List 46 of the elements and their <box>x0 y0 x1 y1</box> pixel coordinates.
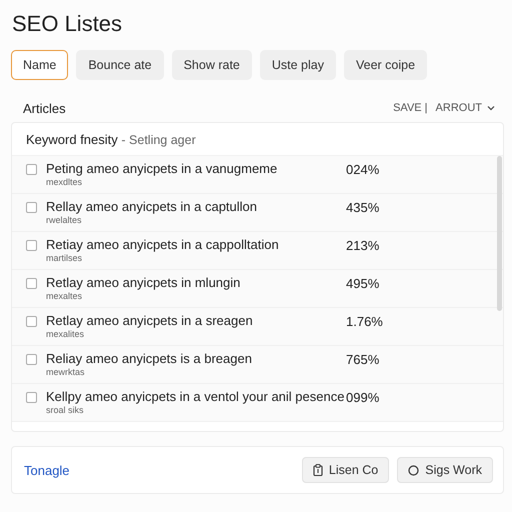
keyword-density-value: 495% <box>346 276 380 291</box>
article-title: Reliay ameo anyicpets is a breagen <box>46 351 253 367</box>
keyword-density-value: 435% <box>346 200 380 215</box>
checkbox[interactable] <box>26 316 37 327</box>
article-meta: mexalites <box>46 329 86 340</box>
filter-tab[interactable]: Name <box>11 50 68 80</box>
list-heading: Keyword fnesity <box>26 132 118 147</box>
chevron-down-icon <box>487 105 495 111</box>
filter-tab[interactable]: Veer coipe <box>344 50 428 80</box>
checkbox[interactable] <box>26 240 37 251</box>
circle-icon <box>408 464 420 476</box>
article-meta: mewrktas <box>46 367 86 378</box>
footer-button[interactable]: Sigs Work <box>397 457 493 483</box>
article-title: Retlay ameo anyicpets in a sreagen <box>46 313 254 329</box>
article-title: Rellay ameo anyicpets in a captullon <box>46 199 258 215</box>
save-button[interactable]: SAVE | <box>393 102 428 114</box>
checkbox[interactable] <box>26 164 37 175</box>
filter-tab[interactable]: Bounce ate <box>76 50 164 80</box>
filter-tab[interactable]: Show rate <box>172 50 252 80</box>
keyword-density-value: 1.76% <box>346 314 383 329</box>
article-title: Retlay ameo anyicpets in mlungin <box>46 275 242 291</box>
article-title: Retiay ameo anyicpets in a cappolltation <box>46 237 280 253</box>
article-meta: sroal siks <box>46 405 85 416</box>
article-meta: rwelaltes <box>46 215 83 226</box>
article-title: Peting ameo anyicpets in a vanugmeme <box>46 161 278 177</box>
scrollbar[interactable] <box>497 156 502 311</box>
article-meta: mexaltes <box>46 291 84 302</box>
checkbox[interactable] <box>26 354 37 365</box>
footer-button[interactable]: Lisen Co <box>302 457 390 483</box>
section-title: Articles <box>23 100 66 116</box>
article-meta: mexdltes <box>46 177 84 188</box>
footer-link[interactable]: Tonagle <box>24 462 70 478</box>
article-title: Kellpy ameo anyicpets in a ventol your anil pesence <box>46 389 346 405</box>
checkbox[interactable] <box>26 392 37 403</box>
page-title: SEO Listes <box>12 10 124 38</box>
filter-tab[interactable]: Uste play <box>260 50 336 80</box>
checkbox[interactable] <box>26 278 37 289</box>
clipboard-icon <box>312 464 323 476</box>
keyword-density-value: 765% <box>346 352 380 367</box>
list-subheading: - Setling ager <box>121 133 196 147</box>
keyword-density-value: 099% <box>346 390 380 405</box>
keyword-density-value: 024% <box>346 162 380 177</box>
sort-dropdown[interactable]: ARROUT <box>436 102 495 114</box>
article-meta: martilses <box>46 253 84 264</box>
keyword-density-value: 213% <box>346 238 380 253</box>
checkbox[interactable] <box>26 202 37 213</box>
